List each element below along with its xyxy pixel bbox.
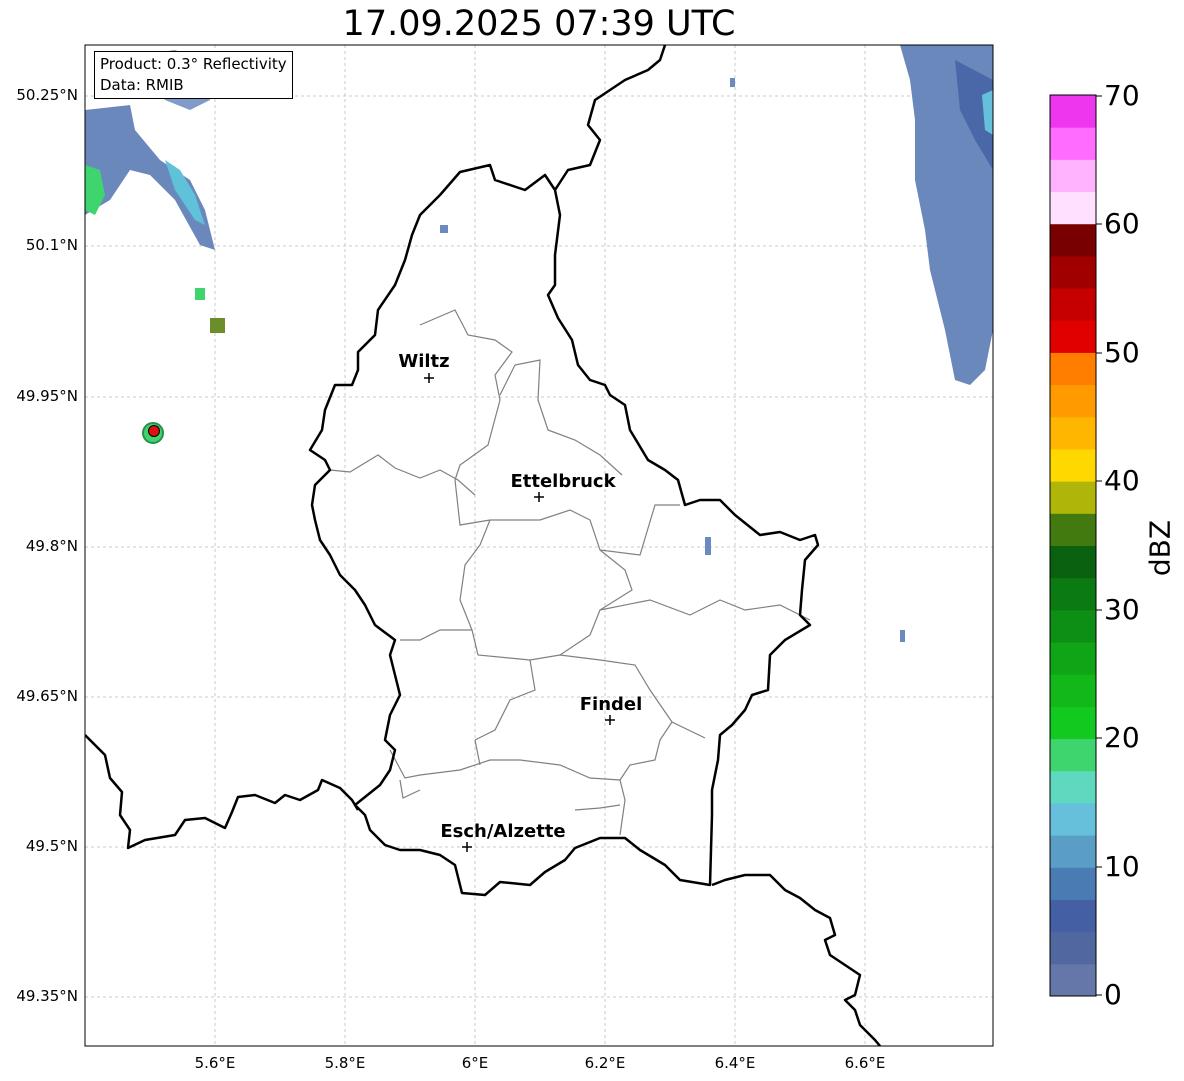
lat-tick-label: 49.8°N: [25, 537, 78, 555]
colorbar-ticks: [1096, 95, 1102, 996]
colorbar-segment: [1050, 931, 1096, 965]
colorbar-segment: [1050, 835, 1096, 868]
lon-tick-label: 5.6°E: [194, 1054, 236, 1072]
colorbar-segment: [1050, 899, 1096, 933]
colorbar: [1050, 95, 1096, 997]
colorbar-segment: [1050, 255, 1096, 289]
colorbar-segment: [1050, 191, 1096, 225]
city-label-findel: Findel: [579, 694, 643, 715]
echo-speck: [730, 78, 735, 87]
colorbar-segment: [1050, 513, 1096, 546]
colorbar-segment: [1050, 223, 1096, 257]
map-frame-bg: [85, 45, 993, 1046]
echo-speck: [900, 630, 905, 642]
city-label-esch-alzette: Esch/Alzette: [440, 821, 566, 842]
echo-speck: [440, 225, 448, 233]
colorbar-segment: [1050, 127, 1096, 160]
colorbar-segment: [1050, 481, 1096, 514]
colorbar-tick-label: 40: [1104, 464, 1140, 497]
lon-tick-label: 6.4°E: [714, 1054, 756, 1072]
colorbar-segment: [1050, 770, 1096, 804]
colorbar-segment: [1050, 320, 1096, 353]
lat-tick-label: 50.25°N: [16, 86, 78, 104]
radar-map: [84, 44, 1102, 1047]
colorbar-segment: [1050, 706, 1096, 740]
city-label-wiltz: Wiltz: [398, 351, 450, 372]
product-info-box: Product: 0.3° Reflectivity Data: RMIB: [94, 51, 293, 99]
lon-tick-label: 6.6°E: [844, 1054, 886, 1072]
colorbar-tick-label: 70: [1104, 79, 1140, 112]
lat-tick-label: 50.1°N: [25, 236, 78, 254]
colorbar-segment: [1050, 642, 1096, 675]
echo-speck: [210, 318, 225, 333]
colorbar-segment: [1050, 545, 1096, 579]
lon-tick-label: 6.2°E: [584, 1054, 626, 1072]
colorbar-segment: [1050, 963, 1096, 997]
colorbar-tick-label: 10: [1104, 850, 1140, 883]
data-source-label: Data: RMIB: [100, 76, 184, 94]
colorbar-tick-label: 30: [1104, 593, 1140, 626]
lat-tick-label: 49.65°N: [16, 687, 78, 705]
colorbar-tick-label: 60: [1104, 207, 1140, 240]
colorbar-segment: [1050, 609, 1096, 643]
colorbar-tick-label: 50: [1104, 336, 1140, 369]
city-label-ettelbruck: Ettelbruck: [510, 471, 616, 492]
lon-tick-label: 6°E: [461, 1054, 489, 1072]
colorbar-label: dBZ: [1143, 519, 1177, 577]
lon-tick-label: 5.8°E: [324, 1054, 366, 1072]
colorbar-segment: [1050, 448, 1096, 482]
colorbar-segment: [1050, 384, 1096, 418]
colorbar-segment: [1050, 867, 1096, 900]
lat-tick-label: 49.95°N: [16, 387, 78, 405]
colorbar-segment: [1050, 352, 1096, 386]
colorbar-segment: [1050, 674, 1096, 707]
map-title: 17.09.2025 07:39 UTC: [342, 4, 736, 44]
echo-speck: [705, 537, 711, 555]
radar-site-marker: [148, 425, 160, 437]
colorbar-segment: [1050, 577, 1096, 611]
colorbar-segment: [1050, 95, 1096, 128]
colorbar-segment: [1050, 738, 1096, 772]
product-label: Product: 0.3° Reflectivity: [100, 55, 287, 73]
echo-speck: [195, 288, 205, 300]
colorbar-segment: [1050, 288, 1096, 321]
colorbar-segment: [1050, 416, 1096, 450]
colorbar-segment: [1050, 802, 1096, 836]
colorbar-tick-label: 0: [1104, 978, 1122, 1011]
colorbar-segment: [1050, 159, 1096, 193]
colorbar-tick-label: 20: [1104, 721, 1140, 754]
lat-tick-label: 49.5°N: [25, 837, 78, 855]
lat-tick-label: 49.35°N: [16, 987, 78, 1005]
